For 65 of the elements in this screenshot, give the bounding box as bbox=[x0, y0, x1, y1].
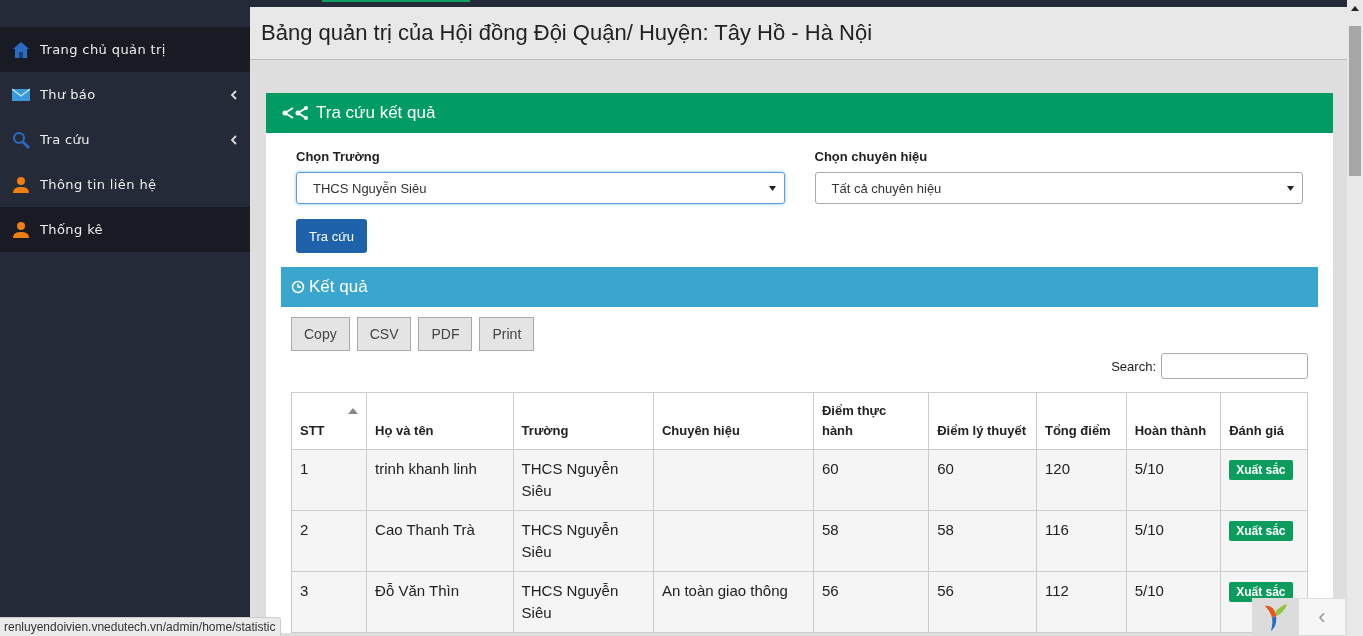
search-button[interactable]: Tra cứu bbox=[296, 219, 368, 253]
search-icon bbox=[12, 130, 30, 149]
sidebar-item[interactable]: Tra cứu bbox=[0, 117, 250, 162]
caret-icon bbox=[768, 185, 776, 191]
table-cell: An toàn giao thông bbox=[653, 571, 814, 633]
scrollbar-thumb[interactable] bbox=[1349, 26, 1361, 176]
column-header[interactable]: Chuyên hiệu bbox=[653, 392, 814, 450]
table-cell: THCS Nguyễn Siêu bbox=[513, 510, 654, 572]
table-cell: 5/10 bbox=[1126, 449, 1221, 511]
table-cell: THCS Nguyễn Siêu bbox=[513, 449, 654, 511]
table-cell: Cao Thanh Trà bbox=[366, 510, 514, 572]
export-button[interactable]: Copy bbox=[291, 317, 350, 351]
table-cell: 5/10 bbox=[1126, 571, 1221, 633]
table-cell: 112 bbox=[1036, 571, 1127, 633]
table-cell: 58 bbox=[928, 510, 1037, 572]
table-cell: 2 bbox=[291, 510, 367, 572]
status-url: renluyendoivien.vnedutech.vn/admin/home/statistic bbox=[0, 617, 281, 636]
export-button[interactable]: CSV bbox=[356, 317, 412, 351]
table-cell: THCS Nguyễn Siêu bbox=[513, 571, 654, 633]
table-cell: 56 bbox=[813, 571, 929, 633]
table-cell: 3 bbox=[291, 571, 367, 633]
table-cell: 116 bbox=[1036, 510, 1127, 572]
table-cell: 56 bbox=[928, 571, 1037, 633]
table-cell: 1 bbox=[291, 449, 367, 511]
sidebar-item[interactable]: Trang chủ quản trị bbox=[0, 27, 250, 72]
column-header[interactable]: STT bbox=[291, 392, 367, 450]
sidebar-item[interactable]: Thư báo bbox=[0, 72, 250, 117]
search-label: Search: bbox=[1111, 358, 1156, 374]
field-label: Chọn chuyên hiệu bbox=[814, 149, 929, 164]
scrollbar[interactable] bbox=[1347, 0, 1363, 636]
column-header[interactable]: Tổng điểm bbox=[1036, 392, 1127, 450]
column-header[interactable]: Đánh giá bbox=[1220, 392, 1308, 450]
rating-badge: Xuất sắc bbox=[1229, 460, 1293, 480]
column-header[interactable]: Trường bbox=[513, 392, 654, 450]
scroll-up-icon[interactable] bbox=[1351, 6, 1359, 11]
search-field[interactable] bbox=[1161, 353, 1308, 379]
table-cell: 58 bbox=[813, 510, 929, 572]
sidebar-item[interactable]: Thông tin liên hệ bbox=[0, 162, 250, 207]
table-cell: 60 bbox=[813, 449, 929, 511]
results-title: Kết quả bbox=[309, 277, 368, 297]
select-field[interactable]: Tất cả chuyên hiệu bbox=[814, 172, 1303, 204]
export-button[interactable]: PDF bbox=[418, 317, 473, 351]
table-cell: 120 bbox=[1036, 449, 1127, 511]
table-cell: trinh khanh linh bbox=[366, 449, 514, 511]
panel-title: Tra cứu kết quả bbox=[316, 103, 436, 123]
home-icon bbox=[12, 40, 30, 59]
clock-icon bbox=[291, 280, 305, 294]
column-header[interactable]: Điểm lý thuyết bbox=[928, 392, 1037, 450]
column-header[interactable]: Họ và tên bbox=[366, 392, 514, 450]
table-cell: 5/10 bbox=[1126, 510, 1221, 572]
table-cell: 60 bbox=[928, 449, 1037, 511]
export-button[interactable]: Print bbox=[479, 317, 535, 351]
rating-badge: Xuất sắc bbox=[1229, 521, 1293, 541]
select-field[interactable]: THCS Nguyễn Siêu bbox=[296, 172, 785, 204]
column-header[interactable]: Hoàn thành bbox=[1126, 392, 1221, 450]
page-title: Bảng quản trị của Hội đồng Đội Quận/ Huyện: Tây Hồ - Hà Nội bbox=[261, 20, 873, 46]
table-cell: Đỗ Văn Thìn bbox=[366, 571, 514, 633]
person-icon bbox=[12, 175, 30, 194]
sidebar-item[interactable]: Thống kê bbox=[0, 207, 250, 252]
logo-icon[interactable] bbox=[1263, 602, 1289, 632]
column-header[interactable]: Điểm thực hành bbox=[813, 392, 929, 450]
share-icon bbox=[282, 106, 310, 120]
field-label: Chọn Trường bbox=[296, 149, 381, 164]
person-icon bbox=[12, 220, 30, 239]
caret-icon bbox=[1287, 185, 1294, 191]
